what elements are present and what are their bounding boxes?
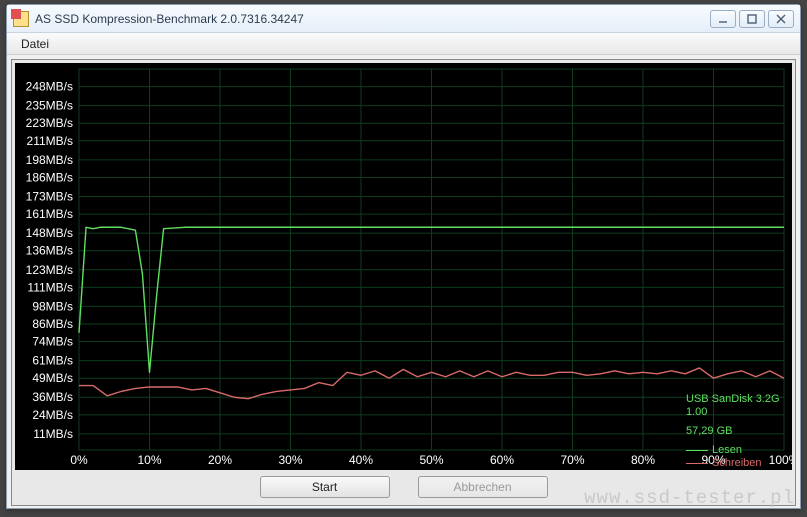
svg-text:211MB/s: 211MB/s	[27, 134, 73, 148]
svg-text:40%: 40%	[349, 453, 373, 467]
svg-text:0%: 0%	[70, 453, 88, 467]
svg-text:223MB/s: 223MB/s	[26, 116, 73, 130]
svg-text:98MB/s: 98MB/s	[32, 299, 73, 313]
svg-text:74MB/s: 74MB/s	[32, 335, 73, 349]
svg-text:24MB/s: 24MB/s	[32, 408, 73, 422]
close-button[interactable]	[768, 10, 794, 28]
svg-text:148MB/s: 148MB/s	[26, 226, 73, 240]
window-title: AS SSD Kompression-Benchmark 2.0.7316.34…	[35, 12, 304, 26]
svg-text:70%: 70%	[560, 453, 584, 467]
svg-text:100%: 100%	[769, 453, 792, 467]
svg-text:36MB/s: 36MB/s	[32, 390, 73, 404]
abbrechen-button: Abbrechen	[418, 476, 548, 498]
button-row: Start Abbrechen	[15, 470, 792, 502]
svg-text:136MB/s: 136MB/s	[26, 244, 73, 258]
chart-panel: 11MB/s 24MB/s 36MB/s 49MB/s 61MB/s 74MB/s 86MB…	[11, 59, 796, 506]
menu-datei[interactable]: Datei	[13, 35, 57, 53]
svg-text:80%: 80%	[631, 453, 655, 467]
start-button[interactable]: Start	[260, 476, 390, 498]
svg-text:235MB/s: 235MB/s	[26, 99, 73, 113]
compression-chart: 11MB/s 24MB/s 36MB/s 49MB/s 61MB/s 74MB/s 86MB…	[15, 63, 792, 470]
svg-text:10%: 10%	[137, 453, 161, 467]
svg-text:173MB/s: 173MB/s	[26, 189, 73, 203]
svg-text:50%: 50%	[419, 453, 443, 467]
client-area: 11MB/s 24MB/s 36MB/s 49MB/s 61MB/s 74MB/s 86MB…	[7, 55, 800, 508]
svg-text:161MB/s: 161MB/s	[26, 207, 73, 221]
chart-wrap: 11MB/s 24MB/s 36MB/s 49MB/s 61MB/s 74MB/s 86MB…	[15, 63, 792, 470]
svg-text:198MB/s: 198MB/s	[26, 153, 73, 167]
titlebar: AS SSD Kompression-Benchmark 2.0.7316.34…	[7, 5, 800, 33]
svg-text:111MB/s: 111MB/s	[27, 280, 73, 294]
svg-text:186MB/s: 186MB/s	[26, 170, 73, 184]
svg-text:20%: 20%	[208, 453, 232, 467]
minimize-button[interactable]	[710, 10, 736, 28]
maximize-button[interactable]	[739, 10, 765, 28]
svg-text:49MB/s: 49MB/s	[32, 371, 73, 385]
svg-text:11MB/s: 11MB/s	[33, 427, 73, 441]
menubar: Datei	[7, 33, 800, 55]
svg-text:90%: 90%	[701, 453, 725, 467]
svg-text:86MB/s: 86MB/s	[32, 317, 73, 331]
app-window: AS SSD Kompression-Benchmark 2.0.7316.34…	[6, 4, 801, 509]
svg-text:123MB/s: 123MB/s	[26, 263, 73, 277]
svg-text:248MB/s: 248MB/s	[26, 80, 73, 94]
app-icon	[13, 11, 29, 27]
svg-text:61MB/s: 61MB/s	[32, 354, 73, 368]
svg-text:30%: 30%	[278, 453, 302, 467]
svg-text:60%: 60%	[490, 453, 514, 467]
